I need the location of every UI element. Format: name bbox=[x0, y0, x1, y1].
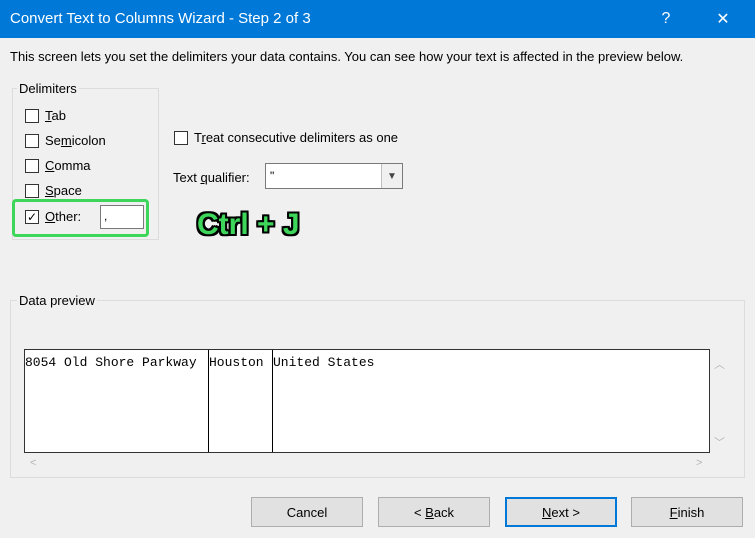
space-checkbox[interactable]: Space bbox=[25, 183, 82, 198]
treat-consecutive-label: Treat consecutive delimiters as one bbox=[194, 130, 399, 145]
data-preview-table: 8054 Old Shore Parkway Houston United St… bbox=[24, 349, 710, 453]
semicolon-checkbox[interactable]: Semicolon bbox=[25, 133, 106, 148]
cancel-button[interactable]: Cancel bbox=[251, 497, 363, 527]
data-preview-group-label: Data preview bbox=[17, 293, 97, 308]
help-button[interactable]: ? bbox=[643, 0, 689, 38]
help-icon: ? bbox=[661, 10, 671, 27]
space-checkbox-box[interactable] bbox=[25, 183, 39, 198]
back-button[interactable]: < Back bbox=[378, 497, 490, 527]
preview-column-3: United States bbox=[273, 355, 375, 370]
close-icon: ✕ bbox=[716, 11, 730, 28]
finish-button[interactable]: Finish bbox=[631, 497, 743, 527]
comma-checkbox-box[interactable] bbox=[25, 158, 39, 173]
close-button[interactable]: ✕ bbox=[700, 0, 746, 38]
scroll-left-arrow-icon[interactable]: < bbox=[30, 457, 36, 469]
tab-checkbox[interactable]: Tab bbox=[25, 108, 66, 123]
back-button-label: < Back bbox=[413, 504, 455, 520]
preview-column-2: Houston bbox=[209, 355, 264, 370]
intro-text: This screen lets you set the delimiters … bbox=[10, 49, 684, 64]
space-label: Space bbox=[45, 183, 82, 198]
next-button[interactable]: Next > bbox=[505, 497, 617, 527]
tab-checkbox-box[interactable] bbox=[25, 108, 39, 123]
comma-label: Comma bbox=[45, 158, 91, 173]
comma-checkbox[interactable]: Comma bbox=[25, 158, 91, 173]
semicolon-label: Semicolon bbox=[45, 133, 106, 148]
finish-button-label: Finish bbox=[669, 504, 705, 520]
treat-consecutive-checkbox-box[interactable] bbox=[174, 130, 188, 145]
delimiters-group-label: Delimiters bbox=[17, 81, 79, 96]
treat-consecutive-checkbox[interactable]: Treat consecutive delimiters as one bbox=[174, 130, 398, 145]
tab-label: Tab bbox=[45, 108, 66, 123]
chevron-down-icon[interactable]: ▼ bbox=[381, 164, 402, 188]
text-qualifier-select[interactable]: " ▼ bbox=[265, 163, 403, 189]
scroll-right-arrow-icon[interactable]: > bbox=[696, 457, 702, 469]
text-qualifier-label: Text qualifier: bbox=[173, 170, 250, 185]
other-highlight-box bbox=[12, 199, 149, 237]
semicolon-checkbox-box[interactable] bbox=[25, 133, 39, 148]
text-qualifier-value: " bbox=[270, 169, 275, 183]
title-bar: Convert Text to Columns Wizard - Step 2 … bbox=[0, 0, 755, 38]
shortcut-annotation: Ctrl + J bbox=[197, 208, 300, 241]
scroll-up-arrow-icon[interactable]: ︿ bbox=[714, 356, 725, 372]
cancel-button-label: Cancel bbox=[286, 504, 328, 520]
preview-column-1: 8054 Old Shore Parkway bbox=[25, 355, 197, 370]
next-button-label: Next > bbox=[542, 504, 580, 520]
window-title: Convert Text to Columns Wizard - Step 2 … bbox=[10, 10, 311, 27]
scroll-down-arrow-icon[interactable]: ﹀ bbox=[714, 434, 725, 450]
